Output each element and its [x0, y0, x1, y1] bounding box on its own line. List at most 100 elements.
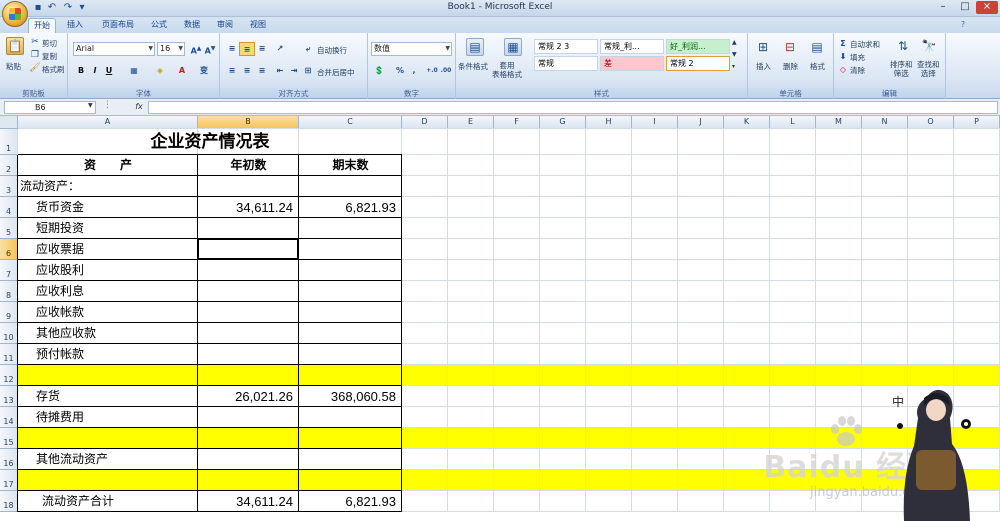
tab-1[interactable]: 插入 — [61, 18, 89, 33]
select-all-corner[interactable] — [0, 116, 18, 129]
fill-icon[interactable]: ⬇ — [838, 50, 848, 64]
active-cell-selection[interactable] — [197, 238, 299, 260]
tab-4[interactable]: 数据 — [178, 18, 206, 33]
format-painter-label[interactable]: 格式刷 — [42, 64, 65, 75]
gallery-more-icon[interactable]: ▾ — [732, 63, 735, 70]
tab-5[interactable]: 审阅 — [211, 18, 239, 33]
row-header[interactable]: 8 — [0, 281, 18, 302]
find-select-icon[interactable]: 🔭 — [920, 37, 938, 55]
cut-label[interactable]: 剪切 — [42, 38, 57, 49]
format-cells-icon[interactable]: ▤ — [808, 38, 826, 56]
underline-icon[interactable]: U — [101, 64, 117, 78]
comma-icon[interactable]: , — [406, 64, 422, 78]
row-header[interactable]: 6 — [0, 239, 18, 260]
border-icon[interactable]: ▦ — [126, 64, 142, 78]
align-top-icon[interactable]: ≡ — [224, 42, 240, 56]
row-header[interactable]: 3 — [0, 176, 18, 197]
help-icon[interactable]: ? — [956, 18, 970, 33]
copy-label[interactable]: 复制 — [42, 51, 57, 62]
gallery-down-icon[interactable]: ▼ — [732, 51, 737, 58]
row-header[interactable]: 18 — [0, 491, 18, 512]
clipboard-group-label: 剪贴板 — [0, 88, 67, 98]
copy-icon[interactable]: ❐ — [30, 50, 40, 60]
gallery-up-icon[interactable]: ▲ — [732, 39, 737, 46]
paste-icon[interactable]: 📋 — [6, 37, 24, 55]
style-cell-5[interactable]: 常规 2 — [666, 56, 730, 71]
align-right-icon[interactable]: ≡ — [254, 64, 270, 78]
format-as-table-label[interactable]: 套用 表格格式 — [492, 61, 522, 79]
autosum-icon[interactable]: Σ — [838, 37, 848, 51]
row-header[interactable]: 9 — [0, 302, 18, 323]
orientation-icon[interactable]: ↗ — [272, 42, 288, 56]
clear-icon[interactable]: ◇ — [838, 63, 848, 77]
delete-cells-icon[interactable]: ⊟ — [781, 38, 799, 56]
row-header[interactable]: 2 — [0, 155, 18, 176]
align-center-icon[interactable]: ≡ — [239, 64, 255, 78]
align-bottom-icon[interactable]: ≡ — [254, 42, 270, 56]
wrap-text-icon[interactable]: ⤶ — [300, 42, 316, 56]
office-button[interactable] — [2, 1, 28, 27]
autosum-label[interactable]: 自动求和 — [850, 39, 880, 50]
font-color-icon[interactable]: A — [174, 64, 190, 78]
format-as-table-icon[interactable]: ▦ — [504, 38, 522, 56]
row-header[interactable]: 4 — [0, 197, 18, 218]
row-header[interactable]: 1 — [0, 129, 18, 155]
insert-cells-icon[interactable]: ⊞ — [754, 38, 772, 56]
fill-color-icon[interactable]: ◈ — [152, 64, 168, 78]
row-header[interactable]: 12 — [0, 365, 18, 386]
row-header[interactable]: 5 — [0, 218, 18, 239]
style-cell-3[interactable]: 常规 — [534, 56, 598, 71]
minimize-icon[interactable]: – — [932, 1, 954, 14]
row-header[interactable]: 16 — [0, 449, 18, 470]
insert-cells-label[interactable]: 插入 — [756, 61, 771, 72]
style-cell-2[interactable]: 好_利润... — [666, 39, 730, 54]
align-left-icon[interactable]: ≡ — [224, 64, 240, 78]
font-name-select[interactable]: Arial ▼ — [73, 42, 155, 56]
style-cell-1[interactable]: 常规_利... — [600, 39, 664, 54]
phonetic-icon[interactable]: 变 — [196, 64, 212, 78]
insert-function-icon[interactable]: fx — [132, 101, 146, 114]
name-box[interactable]: B6 — [4, 101, 96, 114]
sort-filter-icon[interactable]: ⇅ — [894, 37, 912, 55]
merge-center-icon[interactable]: ⊞ — [300, 64, 316, 78]
merge-center-label[interactable]: 合并后居中 — [317, 67, 355, 78]
row-header[interactable]: 14 — [0, 407, 18, 428]
row-header[interactable]: 17 — [0, 470, 18, 491]
delete-cells-label[interactable]: 删除 — [783, 61, 798, 72]
clear-label[interactable]: 清除 — [850, 65, 865, 76]
close-icon[interactable]: × — [976, 1, 998, 14]
tab-0[interactable]: 开始 — [28, 18, 56, 33]
font-size-select[interactable]: 16 ▼ — [157, 42, 185, 56]
chevron-down-icon: ▼ — [148, 45, 153, 52]
row-header[interactable]: 7 — [0, 260, 18, 281]
format-cells-label[interactable]: 格式 — [810, 61, 825, 72]
style-cell-0[interactable]: 常规 2 3 — [534, 39, 598, 54]
wrap-text-label[interactable]: 自动换行 — [317, 45, 347, 56]
row-header[interactable]: 11 — [0, 344, 18, 365]
decrease-decimal-icon[interactable]: .00 — [438, 64, 454, 78]
row-header[interactable]: 10 — [0, 323, 18, 344]
cut-icon[interactable]: ✂ — [30, 37, 40, 47]
formula-input[interactable] — [148, 101, 998, 114]
row-header[interactable]: 15 — [0, 428, 18, 449]
shrink-font-icon[interactable]: A▼ — [202, 42, 218, 56]
name-box-chevron-down-icon[interactable]: ▼ — [88, 102, 93, 109]
tab-2[interactable]: 页面布局 — [96, 18, 140, 33]
conditional-format-label[interactable]: 条件格式 — [458, 61, 488, 72]
align-middle-icon[interactable]: ≡ — [239, 42, 255, 56]
tab-6[interactable]: 视图 — [244, 18, 272, 33]
fill-label[interactable]: 填充 — [850, 52, 865, 63]
column-title: 资 产 — [83, 158, 132, 172]
number-format-select[interactable]: 数值 ▼ — [371, 42, 452, 56]
format-painter-icon[interactable]: 🖌 — [29, 63, 40, 73]
conditional-format-icon[interactable]: ▤ — [466, 38, 484, 56]
sort-filter-label[interactable]: 排序和 筛选 — [890, 60, 913, 78]
find-select-label[interactable]: 查找和 选择 — [917, 60, 940, 78]
accounting-icon[interactable]: 💲 — [371, 64, 387, 78]
paste-label[interactable]: 粘贴 — [6, 61, 21, 72]
row-label: 流动资产： — [20, 179, 81, 193]
maximize-icon[interactable]: □ — [954, 1, 976, 14]
tab-3[interactable]: 公式 — [145, 18, 173, 33]
style-cell-4[interactable]: 差 — [600, 56, 664, 71]
row-header[interactable]: 13 — [0, 386, 18, 407]
